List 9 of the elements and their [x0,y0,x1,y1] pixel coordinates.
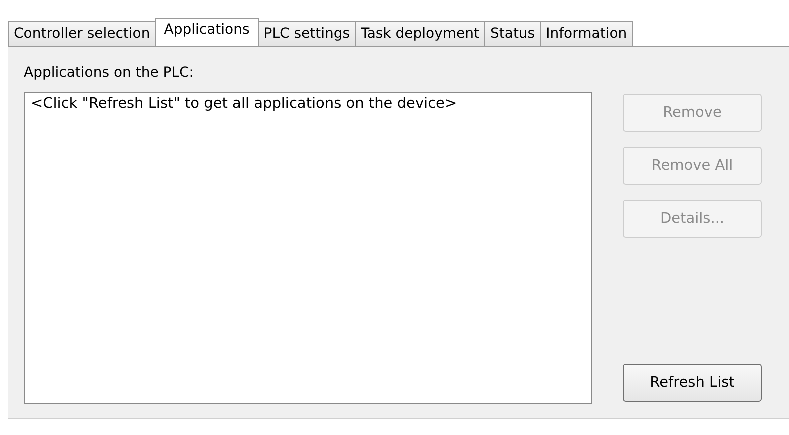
refresh-list-button[interactable]: Refresh List [623,364,762,402]
list-placeholder: <Click "Refresh List" to get all applications on the device> [31,96,458,112]
applications-list[interactable]: <Click "Refresh List" to get all applications on the device> [24,92,592,404]
tab[interactable]: PLC settings [258,21,356,46]
list-label: Applications on the PLC: [24,64,196,83]
tab[interactable]: Task deployment [355,21,486,46]
tab[interactable]: Status [484,21,542,46]
tab[interactable]: Information [540,21,634,46]
tab[interactable]: Controller selection [8,21,156,46]
